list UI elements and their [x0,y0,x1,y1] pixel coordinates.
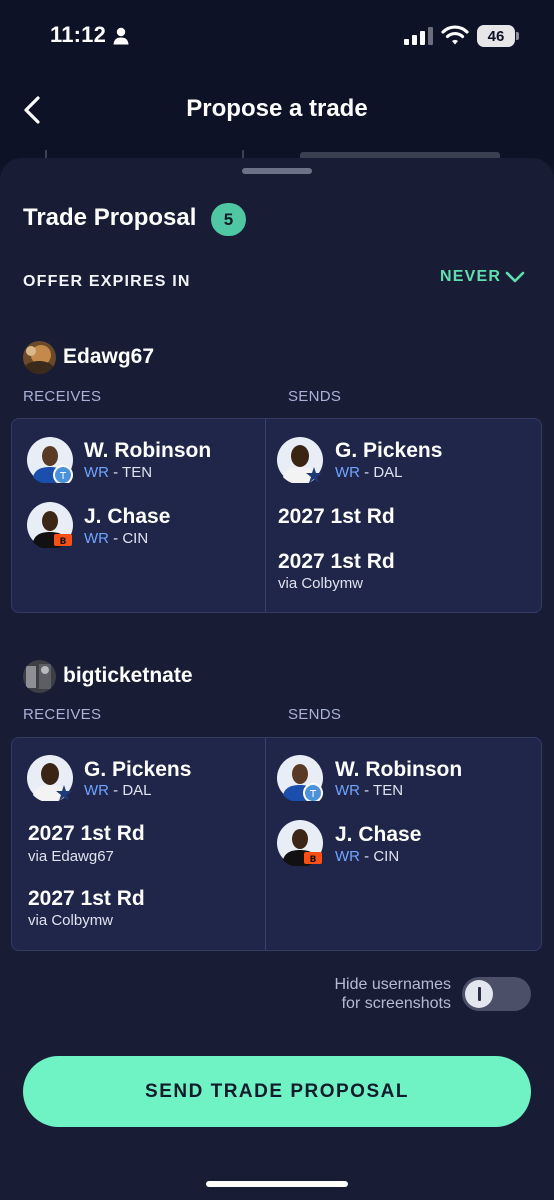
sheet-drag-handle[interactable] [242,168,312,174]
party-username: bigticketnate [63,664,193,687]
toggle-knob [465,980,493,1008]
player-name: W. Robinson [84,439,212,462]
draft-pick-name: 2027 1st Rd [278,550,395,573]
player-name: G. Pickens [84,758,192,781]
player-avatar [277,437,323,483]
sends-label: SENDS [288,706,342,723]
player-avatar: T [27,437,73,483]
draft-pick-name: 2027 1st Rd [278,505,395,528]
svg-text:T: T [59,471,67,482]
player-avatar: B [277,820,323,866]
hide-usernames-label: Hide usernames for screenshots [334,976,452,1012]
wifi-icon [441,25,469,45]
send-trade-proposal-button[interactable]: SEND TRADE PROPOSAL [23,1056,531,1127]
player-position-team: WR - CIN [335,848,400,865]
player-name: G. Pickens [335,439,443,462]
battery-indicator: 46 [477,25,515,47]
sends-label: SENDS [288,388,342,405]
svg-text:T: T [309,789,317,800]
avatar [23,660,56,693]
cellular-signal-icon [404,27,433,45]
player-name: J. Chase [335,823,422,846]
player-position-team: WR - DAL [335,464,403,481]
proposal-count-badge: 5 [211,203,246,236]
battery-tip [516,32,519,40]
player-avatar [27,755,73,801]
player-position-team: WR - CIN [84,530,149,547]
chevron-down-icon[interactable] [505,269,525,285]
draft-pick-via: via Colbymw [28,912,114,929]
player-name: J. Chase [84,505,171,528]
player-position-team: WR - DAL [84,782,152,799]
svg-text:B: B [60,537,67,547]
status-time: 11:12 [50,22,107,47]
page-title: Propose a trade [186,95,368,122]
draft-pick-name: 2027 1st Rd [28,887,145,910]
person-icon [113,27,129,45]
receives-label: RECEIVES [23,706,102,723]
draft-pick-name: 2027 1st Rd [28,822,145,845]
draft-pick-via: via Colbymw [278,575,364,592]
player-avatar: B [27,502,73,548]
player-position-team: WR - TEN [84,464,153,481]
receives-label: RECEIVES [23,388,102,405]
player-position-team: WR - TEN [335,782,404,799]
offer-expires-label: OFFER EXPIRES IN [23,273,191,290]
hide-usernames-toggle[interactable] [462,977,531,1011]
player-avatar: T [277,755,323,801]
offer-expires-dropdown[interactable]: NEVER [440,268,501,286]
avatar [23,341,56,374]
draft-pick-via: via Edawg67 [28,848,114,865]
player-name: W. Robinson [335,758,463,781]
party-username: Edawg67 [63,345,155,368]
home-indicator [206,1181,348,1187]
proposal-title: Trade Proposal [23,204,197,231]
svg-text:B: B [310,855,317,865]
